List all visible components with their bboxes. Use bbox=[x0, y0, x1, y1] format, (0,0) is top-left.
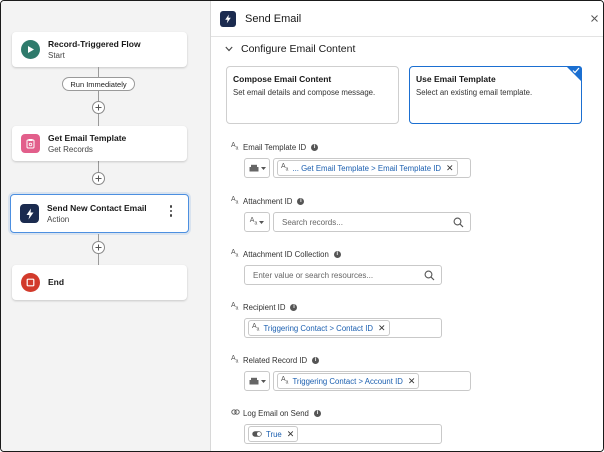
node-subtitle: Start bbox=[48, 50, 65, 60]
info-icon[interactable]: i bbox=[333, 250, 341, 258]
pill-label: Triggering Contact > Contact ID bbox=[263, 323, 374, 333]
email-template-id-field: Aa Email Template ID i Aa ... Get Email … bbox=[231, 142, 471, 178]
choice-description: Set email details and compose message. bbox=[233, 88, 376, 97]
pill-label: Triggering Contact > Account ID bbox=[292, 376, 403, 386]
field-label: Attachment ID bbox=[243, 196, 293, 206]
resource-type-picker[interactable] bbox=[244, 158, 270, 178]
node-send-new-contact-email[interactable]: Send New Contact Email Action bbox=[10, 194, 189, 233]
text-type-icon: Aa bbox=[231, 355, 239, 365]
node-get-email-template[interactable]: Get Email Template Get Records bbox=[12, 126, 187, 161]
resource-pill[interactable]: True ✕ bbox=[248, 426, 299, 442]
attachment-collection-input[interactable]: Enter value or search resources... bbox=[244, 265, 442, 285]
related-record-id-field: Aa Related Record ID i Aa Triggering Con… bbox=[231, 355, 471, 391]
remove-icon[interactable]: ✕ bbox=[378, 323, 386, 334]
recipient-id-input[interactable]: Aa Triggering Contact > Contact ID ✕ bbox=[244, 318, 442, 338]
more-actions-icon[interactable] bbox=[168, 205, 174, 217]
plus-icon bbox=[95, 104, 102, 111]
caret-down-icon bbox=[259, 220, 265, 224]
properties-panel: Send Email Configure Email Content Compo… bbox=[211, 1, 603, 451]
field-label: Related Record ID bbox=[243, 355, 308, 365]
info-icon[interactable]: i bbox=[290, 303, 298, 311]
plus-icon bbox=[95, 175, 102, 182]
caret-down-icon bbox=[260, 379, 266, 383]
text-type-icon: Aa bbox=[231, 196, 239, 206]
node-title: Send New Contact Email bbox=[47, 202, 147, 213]
input-placeholder: Enter value or search resources... bbox=[253, 270, 374, 280]
pill-label: ... Get Email Template > Email Template … bbox=[292, 163, 442, 173]
text-type-icon: Aa bbox=[281, 376, 289, 386]
node-subtitle: Get Records bbox=[48, 144, 93, 154]
node-title: Get Email Template bbox=[48, 132, 127, 143]
node-start[interactable]: Record-Triggered Flow Start bbox=[12, 32, 187, 67]
use-template-option[interactable]: Use Email Template Select an existing em… bbox=[409, 66, 582, 124]
stack-icon bbox=[249, 164, 258, 172]
add-element-button[interactable] bbox=[92, 172, 105, 185]
resource-pill[interactable]: Aa ... Get Email Template > Email Templa… bbox=[277, 160, 458, 176]
choice-description: Select an existing email template. bbox=[416, 88, 533, 97]
flow-canvas: Record-Triggered Flow Start Run Immediat… bbox=[1, 1, 211, 451]
check-icon bbox=[572, 67, 580, 74]
info-icon[interactable]: i bbox=[311, 143, 319, 151]
recipient-id-field: Aa Recipient ID i Aa Triggering Contact … bbox=[231, 302, 442, 338]
attachment-id-collection-field: Aa Attachment ID Collection i Enter valu… bbox=[231, 249, 442, 285]
choice-title: Compose Email Content bbox=[233, 74, 332, 84]
stop-icon bbox=[21, 273, 40, 292]
input-placeholder: Search records... bbox=[282, 217, 343, 227]
related-record-id-input[interactable]: Aa Triggering Contact > Account ID ✕ bbox=[273, 371, 471, 391]
panel-title: Send Email bbox=[245, 12, 302, 25]
chevron-down-icon bbox=[225, 46, 233, 52]
close-icon[interactable] bbox=[589, 13, 599, 23]
pill-label: True bbox=[266, 429, 282, 439]
log-email-input[interactable]: True ✕ bbox=[244, 424, 442, 444]
field-label: Log Email on Send bbox=[243, 408, 309, 418]
section-toggle[interactable]: Configure Email Content bbox=[225, 43, 355, 55]
remove-icon[interactable]: ✕ bbox=[446, 163, 454, 174]
info-icon[interactable]: i bbox=[297, 197, 305, 205]
search-icon bbox=[453, 217, 464, 228]
resource-type-picker[interactable]: Aa bbox=[244, 212, 270, 232]
plus-icon bbox=[95, 244, 102, 251]
field-label: Recipient ID bbox=[243, 302, 286, 312]
app-window: Record-Triggered Flow Start Run Immediat… bbox=[0, 0, 604, 452]
search-icon bbox=[424, 270, 435, 281]
resource-pill[interactable]: Aa Triggering Contact > Account ID ✕ bbox=[277, 373, 420, 389]
text-type-icon: Aa bbox=[231, 142, 239, 152]
log-email-on-send-field: Log Email on Send i True ✕ bbox=[231, 408, 442, 444]
text-type-icon: Aa bbox=[252, 323, 260, 333]
node-title: End bbox=[48, 277, 65, 287]
field-label: Attachment ID Collection bbox=[243, 249, 329, 259]
section-title: Configure Email Content bbox=[241, 43, 356, 55]
text-type-icon: Aa bbox=[249, 217, 258, 227]
link-type-icon bbox=[231, 409, 243, 417]
node-title: Record-Triggered Flow bbox=[48, 38, 141, 49]
text-type-icon: Aa bbox=[231, 302, 239, 312]
resource-pill[interactable]: Aa Triggering Contact > Contact ID ✕ bbox=[248, 320, 390, 336]
info-icon[interactable]: i bbox=[312, 356, 320, 364]
lightning-icon bbox=[20, 204, 39, 223]
lightning-icon bbox=[220, 10, 236, 27]
add-element-button[interactable] bbox=[92, 101, 105, 114]
stack-icon bbox=[249, 377, 258, 385]
node-end[interactable]: End bbox=[12, 265, 187, 300]
text-type-icon: Aa bbox=[281, 163, 289, 173]
node-subtitle: Action bbox=[47, 214, 70, 224]
field-label: Email Template ID bbox=[243, 142, 307, 152]
add-element-button[interactable] bbox=[92, 241, 105, 254]
get-records-icon bbox=[21, 134, 40, 153]
caret-down-icon bbox=[260, 166, 266, 170]
attachment-id-field: Aa Attachment ID i Aa Search records... bbox=[231, 196, 471, 232]
resource-type-picker[interactable] bbox=[244, 371, 270, 391]
remove-icon[interactable]: ✕ bbox=[408, 376, 416, 387]
run-immediately-label[interactable]: Run Immediately bbox=[62, 77, 135, 91]
info-icon[interactable]: i bbox=[313, 409, 321, 417]
remove-icon[interactable]: ✕ bbox=[287, 429, 295, 440]
play-icon bbox=[21, 40, 40, 59]
compose-email-option[interactable]: Compose Email Content Set email details … bbox=[226, 66, 399, 124]
panel-header: Send Email bbox=[211, 1, 603, 37]
attachment-id-input[interactable]: Search records... bbox=[273, 212, 471, 232]
email-template-id-input[interactable]: Aa ... Get Email Template > Email Templa… bbox=[273, 158, 471, 178]
choice-title: Use Email Template bbox=[416, 74, 496, 84]
toggle-icon bbox=[252, 431, 262, 437]
text-type-icon: Aa bbox=[231, 249, 239, 259]
